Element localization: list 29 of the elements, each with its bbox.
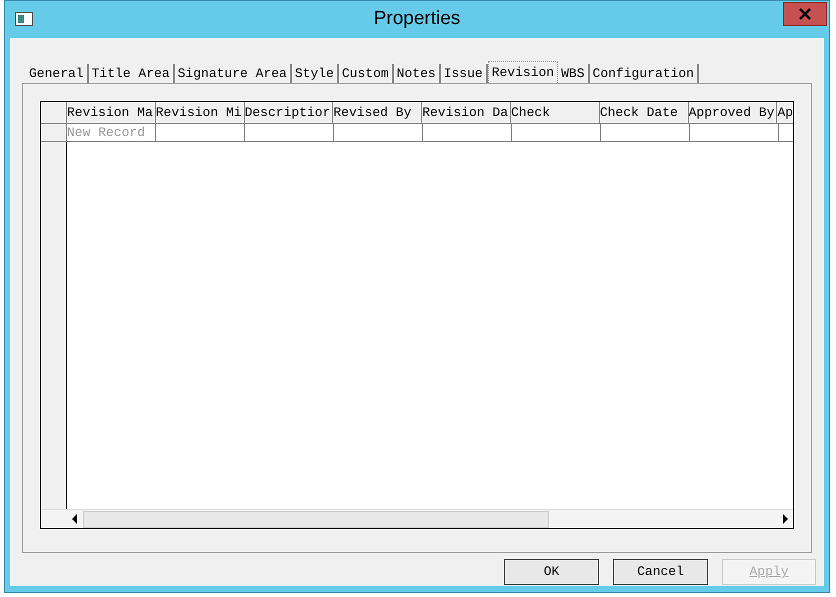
column-header[interactable]: Check (511, 102, 600, 123)
tab[interactable]: Revision (488, 61, 558, 83)
tab[interactable]: Title Area (88, 64, 175, 83)
window-icon (15, 12, 33, 26)
tab[interactable]: Custom (338, 64, 394, 83)
scroll-thumb[interactable] (83, 510, 549, 528)
column-header[interactable]: Descriptior (244, 102, 334, 123)
tab[interactable]: General (26, 64, 89, 83)
close-icon (799, 8, 811, 20)
column-header[interactable]: Check Date (600, 102, 689, 123)
column-header[interactable]: Revision Mi (156, 102, 245, 123)
column-header[interactable]: Revised By (333, 102, 422, 123)
tab[interactable]: Style (292, 64, 339, 83)
column-header[interactable]: Revision Ma (66, 102, 156, 123)
close-button[interactable] (783, 2, 827, 26)
dialog-button[interactable]: OK (504, 559, 599, 585)
column-header[interactable]: Approved By (688, 102, 778, 123)
column-header[interactable]: Ap (777, 102, 794, 123)
tab[interactable]: Configuration (590, 64, 699, 83)
scroll-right-icon[interactable] (781, 514, 789, 524)
tab[interactable]: WBS (558, 64, 590, 83)
tab[interactable]: Notes (394, 64, 441, 83)
tab[interactable]: Signature Area (174, 64, 292, 83)
window-title: Properties (374, 7, 460, 32)
row-header[interactable] (41, 124, 67, 141)
dialog-button[interactable]: Cancel (613, 559, 708, 585)
horizontal-scrollbar[interactable] (41, 509, 793, 528)
column-header[interactable]: Revision Da (422, 102, 511, 123)
scroll-left-icon[interactable] (71, 514, 79, 524)
